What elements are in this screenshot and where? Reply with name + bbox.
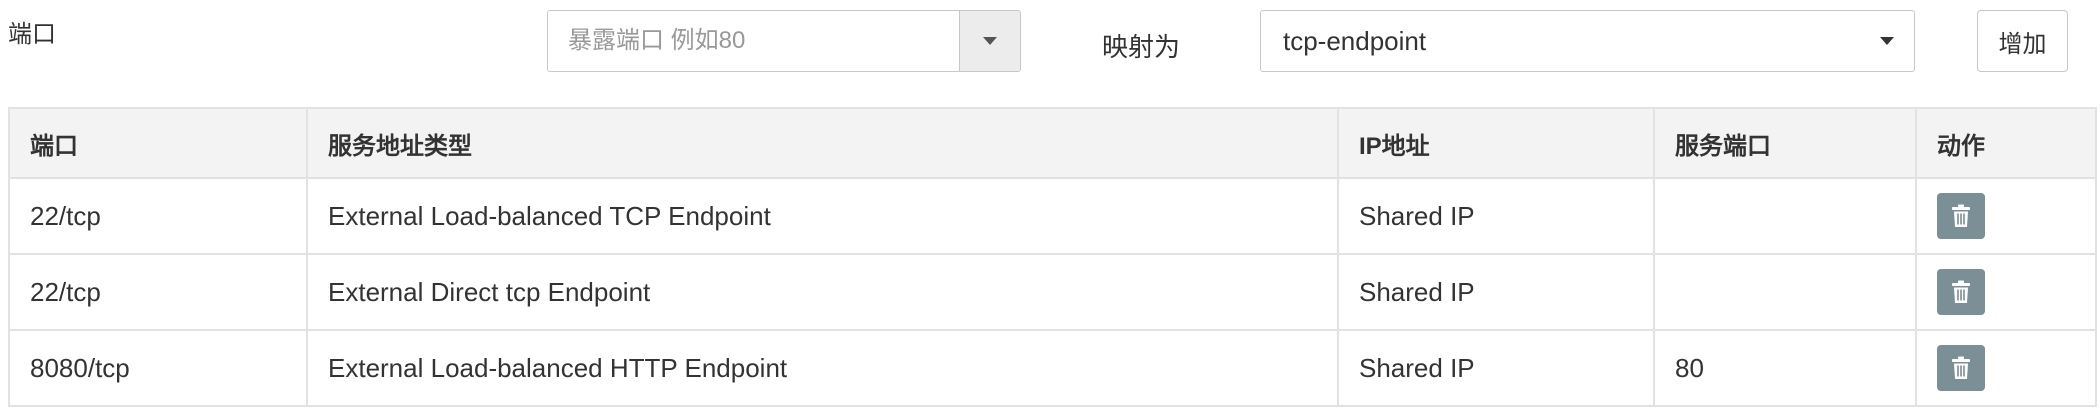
map-select-value: tcp-endpoint bbox=[1283, 25, 1427, 56]
delete-button[interactable] bbox=[1937, 269, 1985, 315]
map-label: 映射为 bbox=[1102, 32, 1181, 62]
table-row: 8080/tcp External Load-balanced HTTP End… bbox=[8, 329, 2097, 407]
cell-service-type: External Load-balanced TCP Endpoint bbox=[306, 177, 1339, 255]
table-row: 22/tcp External Direct tcp Endpoint Shar… bbox=[8, 253, 2097, 331]
cell-action bbox=[1915, 177, 2097, 255]
table-header-row: 端口 服务地址类型 IP地址 服务端口 动作 bbox=[8, 107, 2097, 179]
chevron-down-icon bbox=[983, 37, 997, 45]
cell-ip: Shared IP bbox=[1337, 253, 1655, 331]
delete-button[interactable] bbox=[1937, 345, 1985, 391]
cell-service-port bbox=[1653, 177, 1917, 255]
add-button[interactable]: 增加 bbox=[1977, 10, 2068, 72]
port-mapping-table: 端口 服务地址类型 IP地址 服务端口 动作 22/tcp External L… bbox=[8, 107, 2097, 407]
map-select[interactable]: tcp-endpoint bbox=[1260, 10, 1915, 72]
table-row: 22/tcp External Load-balanced TCP Endpoi… bbox=[8, 177, 2097, 255]
cell-action bbox=[1915, 329, 2097, 407]
cell-service-type: External Direct tcp Endpoint bbox=[306, 253, 1339, 331]
chevron-down-icon bbox=[1880, 37, 1894, 45]
port-label: 端口 bbox=[8, 21, 56, 48]
cell-action bbox=[1915, 253, 2097, 331]
cell-port: 22/tcp bbox=[8, 177, 308, 255]
header-ip: IP地址 bbox=[1337, 107, 1655, 179]
trash-icon bbox=[1952, 280, 1970, 303]
cell-port: 22/tcp bbox=[8, 253, 308, 331]
port-input-group bbox=[547, 10, 1021, 72]
delete-button[interactable] bbox=[1937, 193, 1985, 239]
header-service-type: 服务地址类型 bbox=[306, 107, 1339, 179]
cell-service-port: 80 bbox=[1653, 329, 1917, 407]
cell-service-port bbox=[1653, 253, 1917, 331]
cell-service-type: External Load-balanced HTTP Endpoint bbox=[306, 329, 1339, 407]
port-dropdown-button[interactable] bbox=[959, 11, 1020, 71]
port-input[interactable] bbox=[548, 11, 959, 71]
header-action: 动作 bbox=[1915, 107, 2097, 179]
trash-icon bbox=[1952, 204, 1970, 227]
header-port: 端口 bbox=[8, 107, 308, 179]
trash-icon bbox=[1952, 356, 1970, 379]
cell-ip: Shared IP bbox=[1337, 177, 1655, 255]
cell-port: 8080/tcp bbox=[8, 329, 308, 407]
header-service-port: 服务端口 bbox=[1653, 107, 1917, 179]
cell-ip: Shared IP bbox=[1337, 329, 1655, 407]
